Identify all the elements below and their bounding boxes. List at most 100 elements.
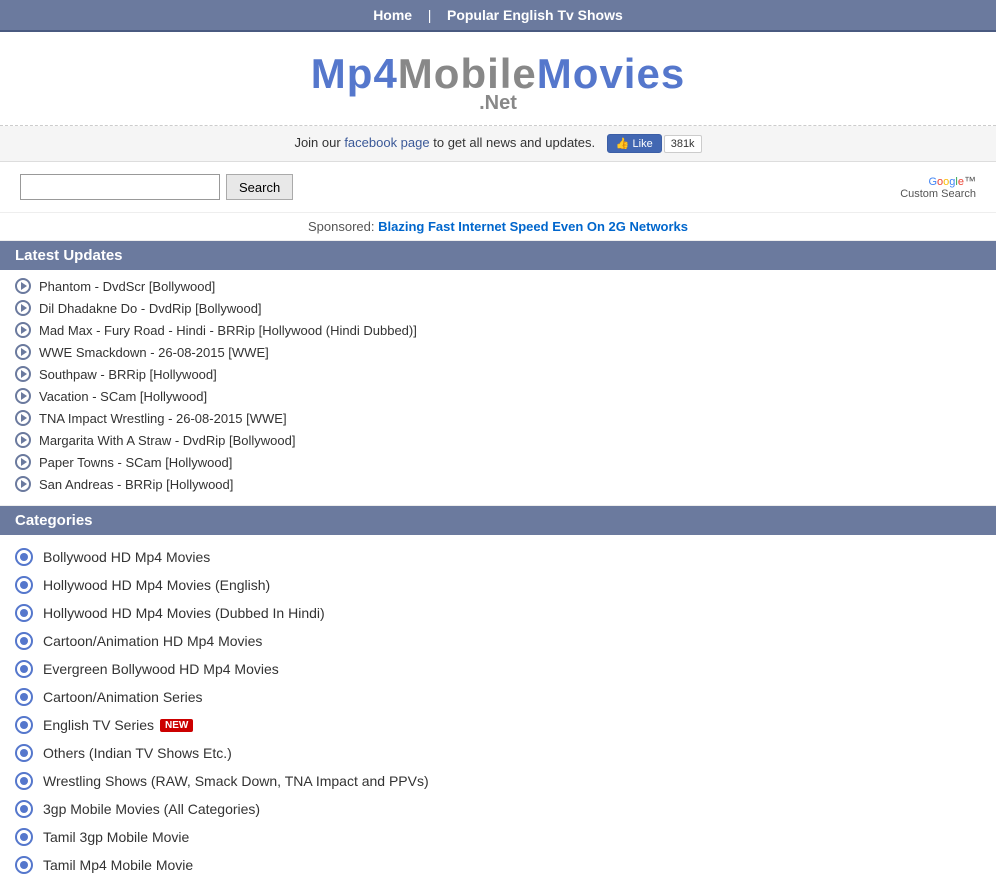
update-link[interactable]: Southpaw - BRRip [Hollywood]: [39, 367, 217, 382]
category-list-item: Cartoon/Animation HD Mp4 Movies: [15, 627, 981, 655]
bullet-icon: [15, 476, 31, 492]
update-list-item: TNA Impact Wrestling - 26-08-2015 [WWE]: [15, 407, 981, 429]
popular-shows-link[interactable]: Popular English Tv Shows: [447, 7, 623, 23]
sponsored-link[interactable]: Blazing Fast Internet Speed Even On 2G N…: [378, 219, 688, 234]
category-bullet: [15, 688, 33, 706]
search-form: Search: [20, 174, 293, 200]
update-link[interactable]: Phantom - DvdScr [Bollywood]: [39, 279, 215, 294]
bullet-icon: [15, 432, 31, 448]
logo-area: Mp4MobileMovies .Net: [0, 32, 996, 126]
bullet-icon: [15, 344, 31, 360]
update-list-item: Paper Towns - SCam [Hollywood]: [15, 451, 981, 473]
category-list-item: Hollywood HD Mp4 Movies (Dubbed In Hindi…: [15, 599, 981, 627]
category-link[interactable]: Tamil 3gp Mobile Movie: [43, 829, 189, 845]
category-link[interactable]: Cartoon/Animation HD Mp4 Movies: [43, 633, 262, 649]
search-button[interactable]: Search: [226, 174, 293, 200]
update-list-item: Vacation - SCam [Hollywood]: [15, 385, 981, 407]
facebook-page-link[interactable]: facebook page: [344, 135, 429, 150]
latest-updates-header: Latest Updates: [0, 241, 996, 270]
category-list-item: Wrestling Shows (RAW, Smack Down, TNA Im…: [15, 767, 981, 795]
bullet-icon: [15, 322, 31, 338]
update-list-item: WWE Smackdown - 26-08-2015 [WWE]: [15, 341, 981, 363]
google-logo: Google™: [900, 174, 976, 188]
update-list-item: Phantom - DvdScr [Bollywood]: [15, 275, 981, 297]
fb-like-box: 👍 Like 381k: [607, 134, 702, 153]
category-link[interactable]: Bollywood HD Mp4 Movies: [43, 549, 210, 565]
bullet-icon: [15, 388, 31, 404]
update-list-item: Southpaw - BRRip [Hollywood]: [15, 363, 981, 385]
update-link[interactable]: Vacation - SCam [Hollywood]: [39, 389, 207, 404]
facebook-bar: Join our facebook page to get all news a…: [0, 126, 996, 162]
bullet-icon: [15, 454, 31, 470]
category-list-item: Evergreen Bollywood HD Mp4 Movies: [15, 655, 981, 683]
update-link[interactable]: Paper Towns - SCam [Hollywood]: [39, 455, 232, 470]
site-logo: Mp4MobileMovies: [0, 50, 996, 98]
sponsored-bar: Sponsored: Blazing Fast Internet Speed E…: [0, 213, 996, 241]
category-bullet: [15, 716, 33, 734]
fb-count: 381k: [664, 135, 702, 153]
sponsored-label: Sponsored:: [308, 219, 375, 234]
category-bullet: [15, 632, 33, 650]
category-link[interactable]: Others (Indian TV Shows Etc.): [43, 745, 232, 761]
categories-section: Categories Bollywood HD Mp4 Movies Holly…: [0, 506, 996, 894]
category-link[interactable]: Hollywood HD Mp4 Movies (Dubbed In Hindi…: [43, 605, 325, 621]
nav-separator: |: [428, 7, 432, 23]
google-custom-search: Google™ Custom Search: [900, 174, 976, 200]
update-list-item: Dil Dhadakne Do - DvdRip [Bollywood]: [15, 297, 981, 319]
category-bullet: [15, 828, 33, 846]
category-list-item: Cartoon/Animation Series: [15, 683, 981, 711]
update-link[interactable]: TNA Impact Wrestling - 26-08-2015 [WWE]: [39, 411, 287, 426]
update-link[interactable]: Dil Dhadakne Do - DvdRip [Bollywood]: [39, 301, 262, 316]
category-link[interactable]: Wrestling Shows (RAW, Smack Down, TNA Im…: [43, 773, 429, 789]
category-bullet: [15, 548, 33, 566]
bullet-icon: [15, 300, 31, 316]
update-link[interactable]: Margarita With A Straw - DvdRip [Bollywo…: [39, 433, 295, 448]
update-list-item: San Andreas - BRRip [Hollywood]: [15, 473, 981, 495]
category-list-item: Bollywood HD Mp4 Movies: [15, 543, 981, 571]
logo-mp4: Mp4: [311, 50, 398, 97]
category-bullet: [15, 856, 33, 874]
category-link[interactable]: Cartoon/Animation Series: [43, 689, 203, 705]
top-navigation: Home | Popular English Tv Shows: [0, 0, 996, 32]
new-badge: NEW: [160, 719, 193, 732]
category-link[interactable]: 3gp Mobile Movies (All Categories): [43, 801, 260, 817]
category-list-item: 3gp Mobile Movies (All Categories): [15, 795, 981, 823]
category-bullet: [15, 660, 33, 678]
update-list-item: Margarita With A Straw - DvdRip [Bollywo…: [15, 429, 981, 451]
category-link[interactable]: English TV Series: [43, 717, 154, 733]
update-link[interactable]: San Andreas - BRRip [Hollywood]: [39, 477, 233, 492]
fb-text-before: Join our: [294, 135, 340, 150]
fb-text-after: to get all news and updates.: [433, 135, 595, 150]
logo-mobile: Mobile: [398, 50, 537, 97]
logo-movies: Movies: [537, 50, 685, 97]
update-list-item: Mad Max - Fury Road - Hindi - BRRip [Hol…: [15, 319, 981, 341]
category-list-item: Others (Indian TV Shows Etc.): [15, 739, 981, 767]
category-bullet: [15, 772, 33, 790]
category-link[interactable]: Evergreen Bollywood HD Mp4 Movies: [43, 661, 279, 677]
category-bullet: [15, 576, 33, 594]
update-link[interactable]: WWE Smackdown - 26-08-2015 [WWE]: [39, 345, 269, 360]
home-link[interactable]: Home: [373, 7, 412, 23]
category-link[interactable]: Hollywood HD Mp4 Movies (English): [43, 577, 270, 593]
category-list-item: Hollywood HD Mp4 Movies (English): [15, 571, 981, 599]
category-bullet: [15, 800, 33, 818]
categories-header: Categories: [0, 506, 996, 535]
category-list-item: Tamil 3gp Mobile Movie: [15, 823, 981, 851]
bullet-icon: [15, 366, 31, 382]
category-list-item: Tamil Mp4 Mobile Movie: [15, 851, 981, 879]
search-area: Search Google™ Custom Search: [0, 162, 996, 213]
latest-updates-section: Latest Updates Phantom - DvdScr [Bollywo…: [0, 241, 996, 506]
logo-subtitle: .Net: [0, 92, 996, 115]
category-list-item: English TV Series NEW: [15, 711, 981, 739]
bullet-icon: [15, 278, 31, 294]
update-link[interactable]: Mad Max - Fury Road - Hindi - BRRip [Hol…: [39, 323, 417, 338]
google-label: Custom Search: [900, 188, 976, 200]
categories-list: Bollywood HD Mp4 Movies Hollywood HD Mp4…: [0, 535, 996, 894]
latest-updates-list: Phantom - DvdScr [Bollywood] Dil Dhadakn…: [0, 270, 996, 506]
fb-like-button[interactable]: 👍 Like: [607, 134, 662, 153]
category-link[interactable]: Tamil Mp4 Mobile Movie: [43, 857, 193, 873]
bullet-icon: [15, 410, 31, 426]
category-bullet: [15, 604, 33, 622]
search-input[interactable]: [20, 174, 220, 200]
category-bullet: [15, 744, 33, 762]
